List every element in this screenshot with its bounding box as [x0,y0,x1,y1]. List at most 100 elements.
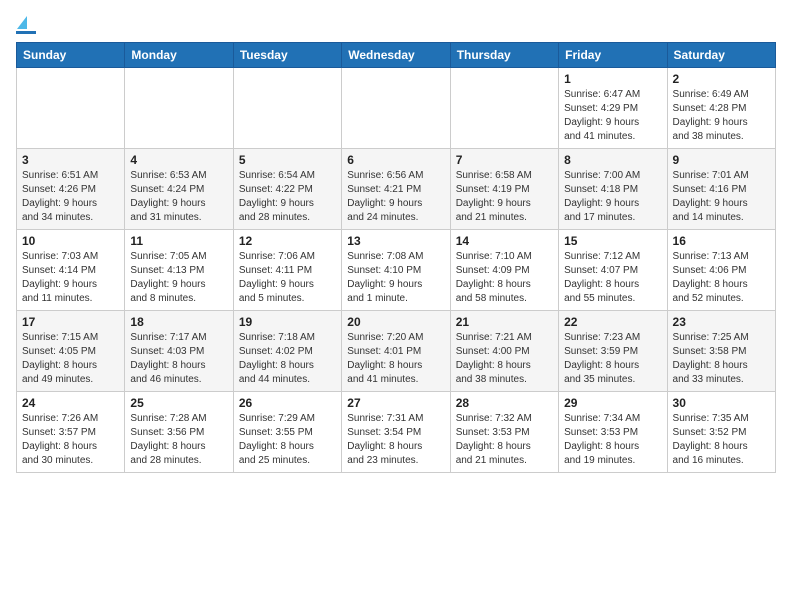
day-number: 8 [564,153,661,167]
calendar-cell: 12 Sunrise: 7:06 AM Sunset: 4:11 PM Dayli… [233,230,341,311]
day-number: 21 [456,315,553,329]
calendar-cell: 26 Sunrise: 7:29 AM Sunset: 3:55 PM Dayli… [233,392,341,473]
calendar-cell: 11 Sunrise: 7:05 AM Sunset: 4:13 PM Dayli… [125,230,233,311]
day-info: Sunrise: 7:18 AM Sunset: 4:02 PM Dayligh… [239,331,336,387]
day-info: Sunrise: 7:17 AM Sunset: 4:03 PM Dayligh… [130,331,227,387]
calendar-cell: 3 Sunrise: 6:51 AM Sunset: 4:26 PM Daylig… [17,149,125,230]
day-number: 6 [347,153,444,167]
week-row-5: 24 Sunrise: 7:26 AM Sunset: 3:57 PM Dayli… [17,392,776,473]
calendar-cell: 6 Sunrise: 6:56 AM Sunset: 4:21 PM Daylig… [342,149,450,230]
calendar-cell [17,68,125,149]
day-number: 29 [564,396,661,410]
day-number: 12 [239,234,336,248]
day-info: Sunrise: 6:56 AM Sunset: 4:21 PM Dayligh… [347,169,444,225]
day-info: Sunrise: 7:08 AM Sunset: 4:10 PM Dayligh… [347,250,444,306]
day-info: Sunrise: 7:12 AM Sunset: 4:07 PM Dayligh… [564,250,661,306]
day-number: 9 [673,153,770,167]
day-number: 16 [673,234,770,248]
day-number: 22 [564,315,661,329]
day-info: Sunrise: 7:23 AM Sunset: 3:59 PM Dayligh… [564,331,661,387]
calendar-cell: 4Sunrise: 6:53 AM Sunset: 4:24 PM Daylig… [125,149,233,230]
week-row-3: 10 Sunrise: 7:03 AM Sunset: 4:14 PM Dayli… [17,230,776,311]
day-number: 19 [239,315,336,329]
day-number: 18 [130,315,227,329]
weekday-header-saturday: Saturday [667,43,775,68]
day-number: 1 [564,72,661,86]
calendar-cell: 2Sunrise: 6:49 AM Sunset: 4:28 PM Daylig… [667,68,775,149]
weekday-header-wednesday: Wednesday [342,43,450,68]
logo-arrow-icon [17,16,27,29]
calendar-cell [450,68,558,149]
calendar-cell: 24 Sunrise: 7:26 AM Sunset: 3:57 PM Dayli… [17,392,125,473]
calendar-cell: 1Sunrise: 6:47 AM Sunset: 4:29 PM Daylig… [559,68,667,149]
day-info: Sunrise: 7:03 AM Sunset: 4:14 PM Dayligh… [22,250,119,306]
day-info: Sunrise: 7:05 AM Sunset: 4:13 PM Dayligh… [130,250,227,306]
calendar-cell: 13 Sunrise: 7:08 AM Sunset: 4:10 PM Dayli… [342,230,450,311]
day-number: 20 [347,315,444,329]
weekday-header-row: SundayMondayTuesdayWednesdayThursdayFrid… [17,43,776,68]
calendar-cell: 20 Sunrise: 7:20 AM Sunset: 4:01 PM Dayli… [342,311,450,392]
calendar-cell [233,68,341,149]
day-number: 11 [130,234,227,248]
calendar-cell: 14 Sunrise: 7:10 AM Sunset: 4:09 PM Dayli… [450,230,558,311]
day-info: Sunrise: 6:54 AM Sunset: 4:22 PM Dayligh… [239,169,336,225]
calendar-cell: 23 Sunrise: 7:25 AM Sunset: 3:58 PM Dayli… [667,311,775,392]
calendar-cell: 15 Sunrise: 7:12 AM Sunset: 4:07 PM Dayli… [559,230,667,311]
day-info: Sunrise: 7:32 AM Sunset: 3:53 PM Dayligh… [456,412,553,468]
calendar-cell: 10 Sunrise: 7:03 AM Sunset: 4:14 PM Dayli… [17,230,125,311]
day-number: 28 [456,396,553,410]
day-number: 3 [22,153,119,167]
calendar-cell: 19 Sunrise: 7:18 AM Sunset: 4:02 PM Dayli… [233,311,341,392]
day-number: 14 [456,234,553,248]
calendar-cell: 5 Sunrise: 6:54 AM Sunset: 4:22 PM Daylig… [233,149,341,230]
day-number: 24 [22,396,119,410]
day-info: Sunrise: 6:51 AM Sunset: 4:26 PM Dayligh… [22,169,119,225]
calendar-cell: 30 Sunrise: 7:35 AM Sunset: 3:52 PM Dayli… [667,392,775,473]
calendar-cell [125,68,233,149]
calendar-cell: 27Sunrise: 7:31 AM Sunset: 3:54 PM Dayli… [342,392,450,473]
day-number: 30 [673,396,770,410]
day-number: 27 [347,396,444,410]
week-row-1: 1Sunrise: 6:47 AM Sunset: 4:29 PM Daylig… [17,68,776,149]
day-number: 5 [239,153,336,167]
calendar-cell: 16 Sunrise: 7:13 AM Sunset: 4:06 PM Dayli… [667,230,775,311]
day-number: 10 [22,234,119,248]
day-info: Sunrise: 7:25 AM Sunset: 3:58 PM Dayligh… [673,331,770,387]
day-info: Sunrise: 7:13 AM Sunset: 4:06 PM Dayligh… [673,250,770,306]
day-number: 17 [22,315,119,329]
weekday-header-sunday: Sunday [17,43,125,68]
day-number: 25 [130,396,227,410]
day-number: 26 [239,396,336,410]
day-info: Sunrise: 7:00 AM Sunset: 4:18 PM Dayligh… [564,169,661,225]
calendar-cell: 7Sunrise: 6:58 AM Sunset: 4:19 PM Daylig… [450,149,558,230]
weekday-header-thursday: Thursday [450,43,558,68]
logo [16,16,38,34]
day-info: Sunrise: 7:20 AM Sunset: 4:01 PM Dayligh… [347,331,444,387]
day-info: Sunrise: 6:58 AM Sunset: 4:19 PM Dayligh… [456,169,553,225]
day-number: 23 [673,315,770,329]
page-header [16,16,776,34]
day-number: 15 [564,234,661,248]
day-number: 2 [673,72,770,86]
week-row-2: 3 Sunrise: 6:51 AM Sunset: 4:26 PM Daylig… [17,149,776,230]
calendar-cell [342,68,450,149]
calendar-cell: 17 Sunrise: 7:15 AM Sunset: 4:05 PM Dayli… [17,311,125,392]
calendar-table: SundayMondayTuesdayWednesdayThursdayFrid… [16,42,776,473]
weekday-header-monday: Monday [125,43,233,68]
day-info: Sunrise: 7:06 AM Sunset: 4:11 PM Dayligh… [239,250,336,306]
calendar-cell: 25Sunrise: 7:28 AM Sunset: 3:56 PM Dayli… [125,392,233,473]
day-info: Sunrise: 7:10 AM Sunset: 4:09 PM Dayligh… [456,250,553,306]
day-info: Sunrise: 7:15 AM Sunset: 4:05 PM Dayligh… [22,331,119,387]
day-info: Sunrise: 7:29 AM Sunset: 3:55 PM Dayligh… [239,412,336,468]
day-number: 13 [347,234,444,248]
calendar-cell: 21Sunrise: 7:21 AM Sunset: 4:00 PM Dayli… [450,311,558,392]
day-number: 4 [130,153,227,167]
day-info: Sunrise: 7:26 AM Sunset: 3:57 PM Dayligh… [22,412,119,468]
day-info: Sunrise: 7:01 AM Sunset: 4:16 PM Dayligh… [673,169,770,225]
calendar-cell: 22 Sunrise: 7:23 AM Sunset: 3:59 PM Dayli… [559,311,667,392]
day-info: Sunrise: 7:34 AM Sunset: 3:53 PM Dayligh… [564,412,661,468]
calendar-cell: 28 Sunrise: 7:32 AM Sunset: 3:53 PM Dayli… [450,392,558,473]
day-info: Sunrise: 7:35 AM Sunset: 3:52 PM Dayligh… [673,412,770,468]
calendar-cell: 29 Sunrise: 7:34 AM Sunset: 3:53 PM Dayli… [559,392,667,473]
weekday-header-tuesday: Tuesday [233,43,341,68]
